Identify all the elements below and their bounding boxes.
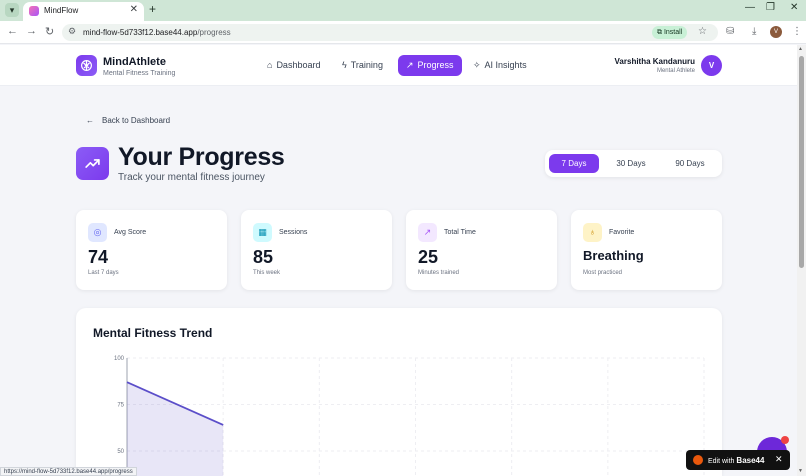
extensions-icon[interactable]: ⛁ xyxy=(726,26,734,37)
site-info-icon[interactable]: ⚙ xyxy=(68,26,76,37)
page-title: Your Progress xyxy=(118,143,285,171)
calendar-icon: ▦ xyxy=(253,223,272,242)
tab-title: MindFlow xyxy=(44,6,79,15)
stat-value: 25 xyxy=(418,247,439,267)
brain-logo-icon[interactable] xyxy=(76,55,97,76)
trend-chart[interactable]: 100 75 50 xyxy=(76,308,722,476)
home-icon: ⌂ xyxy=(267,60,273,70)
favicon-icon xyxy=(29,6,39,16)
notification-badge xyxy=(781,436,789,444)
y-tick-label: 75 xyxy=(117,403,124,409)
award-icon: ♁ xyxy=(583,223,602,242)
profile-avatar[interactable]: V xyxy=(770,26,782,38)
status-bar-url: https://mind-flow-5d733f12.base44.app/pr… xyxy=(0,467,137,476)
stat-value: Breathing xyxy=(583,248,644,263)
close-window-icon[interactable]: ✕ xyxy=(790,2,798,13)
base44-logo-icon xyxy=(693,455,703,465)
nav-progress[interactable]: ↗ Progress xyxy=(398,55,462,76)
browser-tab[interactable]: MindFlow ✕ xyxy=(23,2,144,21)
bolt-icon: ϟ xyxy=(342,60,347,70)
trend-area xyxy=(127,382,224,476)
sparkle-icon: ✧ xyxy=(473,60,481,70)
trend-chart-card: Mental Fitness Trend 100 75 50 xyxy=(76,308,722,476)
new-tab-icon[interactable]: + xyxy=(149,2,156,16)
forward-icon[interactable]: → xyxy=(26,25,37,37)
y-tick-label: 100 xyxy=(114,356,125,362)
stat-card-favorite: ♁ Favorite Breathing Most practiced xyxy=(571,210,722,290)
user-avatar[interactable]: V xyxy=(701,55,722,76)
brand-tagline: Mental Fitness Training xyxy=(103,70,176,77)
nav-ai-insights[interactable]: ✧ AI Insights xyxy=(465,55,535,76)
edit-with-base44-badge[interactable]: Edit with Base44 ✕ xyxy=(686,450,790,470)
stat-sub: Last 7 days xyxy=(88,270,119,276)
url-text: mind-flow-5d733f12.base44.app/progress xyxy=(83,28,231,37)
install-button[interactable]: ⧉ Install xyxy=(652,26,688,39)
back-to-dashboard-link[interactable]: ← Back to Dashboard xyxy=(86,116,170,125)
close-icon[interactable]: ✕ xyxy=(775,454,783,465)
user-name: Varshitha Kandanuru xyxy=(614,57,695,66)
target-icon: ◎ xyxy=(88,223,107,242)
stat-sub: Most practiced xyxy=(583,270,623,276)
minimize-icon[interactable]: — xyxy=(745,2,755,13)
range-7-days[interactable]: 7 Days xyxy=(549,154,599,173)
stat-card-avg-score: ◎ Avg Score 74 Last 7 days xyxy=(76,210,227,290)
back-icon[interactable]: ← xyxy=(7,25,18,37)
stat-label: Sessions xyxy=(279,229,308,236)
stat-sub: Minutes trained xyxy=(418,270,460,276)
tab-close-icon[interactable]: ✕ xyxy=(130,4,138,15)
user-role: Mental Athlete xyxy=(656,68,695,74)
browser-toolbar: ← → ↻ ⚙ mind-flow-5d733f12.base44.app/pr… xyxy=(0,21,806,44)
stat-label: Favorite xyxy=(609,229,635,236)
trend-icon: ↗ xyxy=(406,60,414,70)
stat-card-total-time: ↗ Total Time 25 Minutes trained xyxy=(406,210,557,290)
nav-training[interactable]: ϟ Training xyxy=(334,55,391,76)
page-subtitle: Track your mental fitness journey xyxy=(118,172,265,183)
maximize-icon[interactable]: ❐ xyxy=(766,2,775,13)
range-90-days[interactable]: 90 Days xyxy=(665,154,715,173)
menu-kebab-icon[interactable]: ⋮ xyxy=(792,26,802,37)
tab-search-icon[interactable]: ▾ xyxy=(5,3,19,17)
stat-value: 74 xyxy=(88,247,109,267)
app-header: MindAthlete Mental Fitness Training ⌂ Das… xyxy=(0,45,797,86)
scroll-down-icon[interactable]: ▼ xyxy=(798,468,803,474)
scrollbar-thumb[interactable] xyxy=(799,56,804,268)
reload-icon[interactable]: ↻ xyxy=(45,25,54,38)
nav-dashboard[interactable]: ⌂ Dashboard xyxy=(259,55,328,76)
y-tick-label: 50 xyxy=(117,449,124,455)
brand-name[interactable]: MindAthlete xyxy=(103,56,166,68)
stat-card-sessions: ▦ Sessions 85 This week xyxy=(241,210,392,290)
trend-icon xyxy=(76,147,109,180)
bookmark-star-icon[interactable]: ☆ xyxy=(698,26,707,37)
edit-with-label: Edit with Base44 xyxy=(708,456,765,465)
range-30-days[interactable]: 30 Days xyxy=(606,154,656,173)
stat-label: Avg Score xyxy=(114,229,147,236)
arrow-left-icon: ← xyxy=(86,116,94,125)
stat-sub: This week xyxy=(253,270,281,276)
address-bar[interactable]: ⚙ mind-flow-5d733f12.base44.app/progress… xyxy=(62,24,718,41)
stat-value: 85 xyxy=(253,247,274,267)
download-icon[interactable]: ⤓ xyxy=(752,26,756,37)
range-selector: 7 Days 30 Days 90 Days xyxy=(545,150,722,177)
scroll-up-icon[interactable]: ▲ xyxy=(798,46,803,52)
browser-tab-strip: ▾ MindFlow ✕ + — ❐ ✕ xyxy=(0,0,806,21)
trend-icon: ↗ xyxy=(418,223,437,242)
stat-label: Total Time xyxy=(444,229,476,236)
